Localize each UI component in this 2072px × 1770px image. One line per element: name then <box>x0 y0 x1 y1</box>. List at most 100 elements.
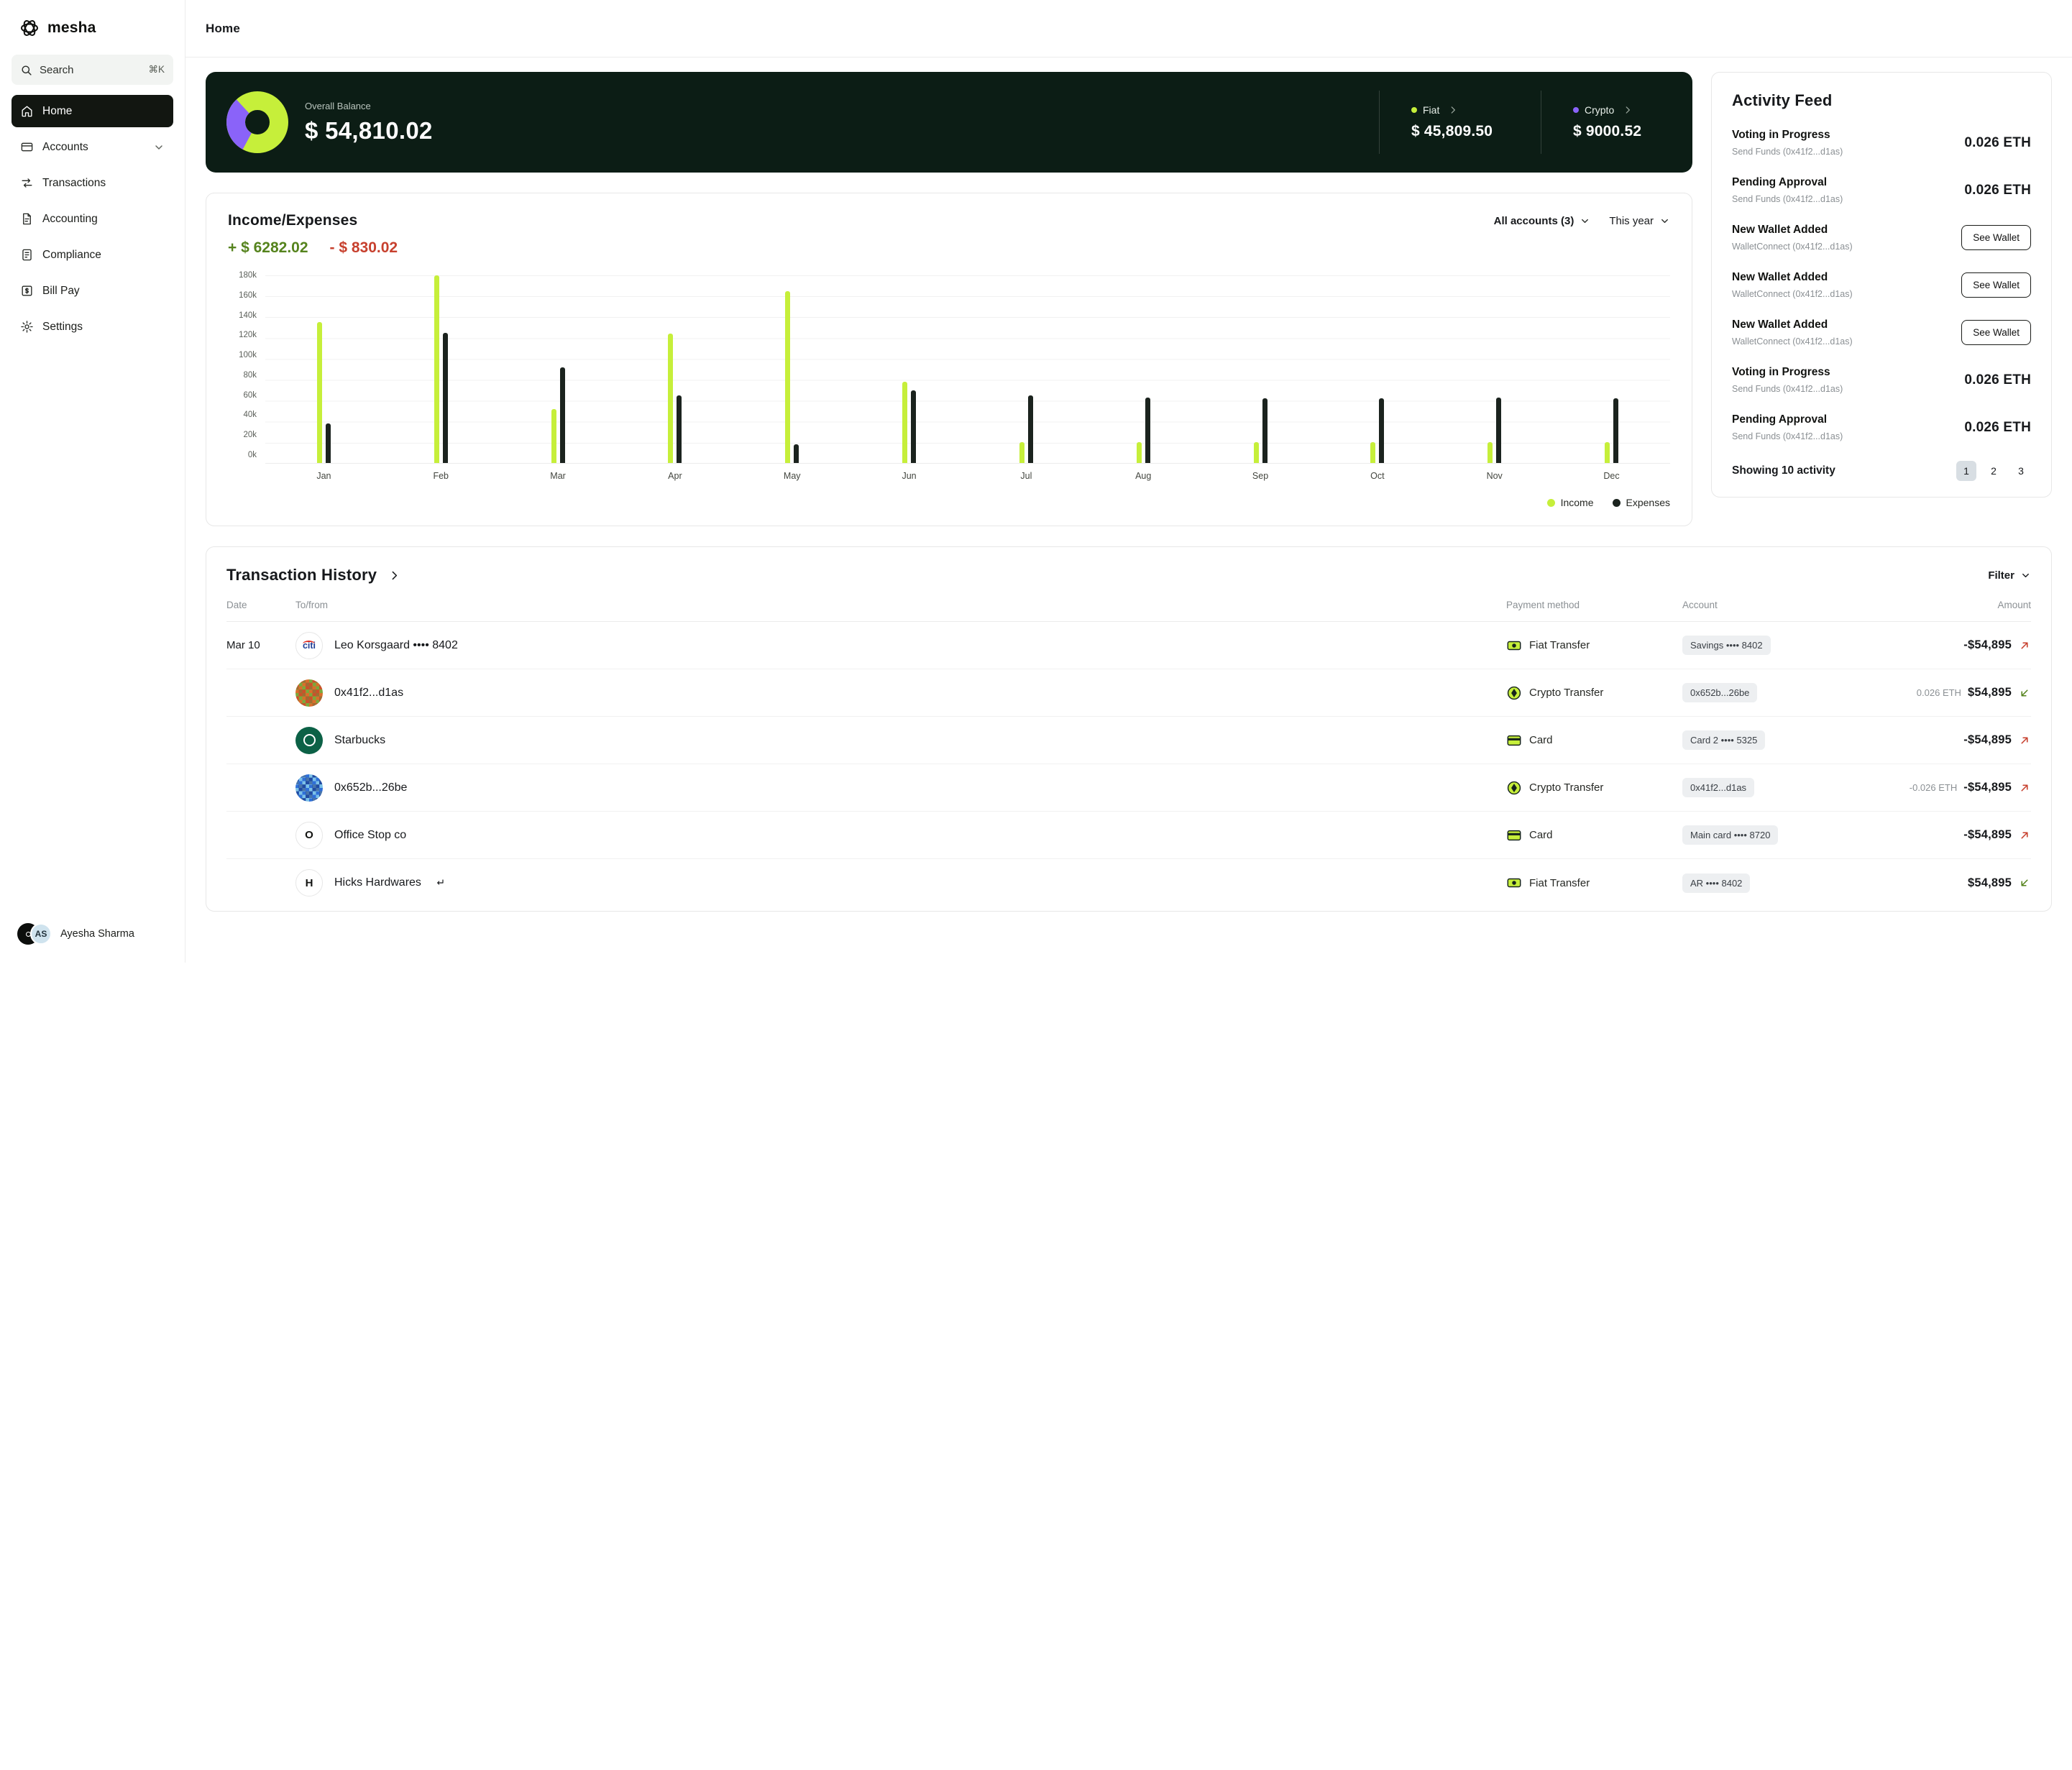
chart-month-group <box>968 275 1085 463</box>
sidebar-item-home[interactable]: Home <box>12 95 173 127</box>
income-bar <box>902 381 908 463</box>
fiat-transfer-icon <box>1506 638 1522 654</box>
sidebar-item-settings[interactable]: Settings <box>12 311 173 343</box>
accounts-filter-dropdown[interactable]: All accounts (3) <box>1494 215 1591 227</box>
activity-item-subtitle: WalletConnect (0x41f2...d1as) <box>1732 289 1853 299</box>
sidebar-item-label: Settings <box>42 320 83 333</box>
payment-method: Crypto Transfer <box>1506 685 1682 701</box>
y-tick-label: 160k <box>239 290 257 300</box>
pagination-page-3[interactable]: 3 <box>2011 461 2031 481</box>
chart-month-group <box>500 275 617 463</box>
sidebar-item-accounts[interactable]: Accounts <box>12 131 173 163</box>
expense-bar <box>1262 398 1268 463</box>
crypto-balance: Crypto $ 9000.52 <box>1557 101 1672 143</box>
logo[interactable]: mesha <box>12 13 173 40</box>
chevron-down-icon <box>1659 216 1670 226</box>
transaction-amount: -0.026 ETH -$54,895 <box>1866 781 2031 794</box>
filter-dropdown[interactable]: Filter <box>1988 569 2031 582</box>
account-badge: 0x652b...26be <box>1682 683 1758 702</box>
activity-item-text: New Wallet Added WalletConnect (0x41f2...… <box>1732 224 1853 252</box>
account-badge: 0x41f2...d1as <box>1682 778 1755 797</box>
pagination-page-2[interactable]: 2 <box>1984 461 2004 481</box>
activity-item-title: New Wallet Added <box>1732 271 1828 283</box>
expense-bar <box>1613 398 1619 463</box>
chevron-down-icon <box>153 142 165 153</box>
activity-feed-title: Activity Feed <box>1732 91 1833 109</box>
legend-label: Income <box>1560 497 1594 508</box>
income-bar <box>551 408 556 463</box>
activity-item-title: Voting in Progress <box>1732 129 1830 141</box>
transaction-counterparty: O Office Stop co <box>295 821 1506 849</box>
table-row: Starbucks Card Card 2 •••• 5325 -$54,895 <box>226 717 2031 764</box>
citi-avatar: citi <box>295 631 323 659</box>
chart-y-axis: 180k 160k 140k 120k 100k 80k 60k 40k 20k 0k <box>228 271 257 459</box>
income-bar <box>785 290 791 463</box>
income-bar <box>1253 442 1259 463</box>
pagination-page-1[interactable]: 1 <box>1956 461 1976 481</box>
crypto-link[interactable]: Crypto <box>1573 104 1668 116</box>
activity-feed-list: Voting in Progress Send Funds (0x41f2...d… <box>1732 129 2031 441</box>
fiat-link[interactable]: Fiat <box>1411 104 1521 116</box>
sidebar-item-accounting[interactable]: Accounting <box>12 203 173 235</box>
accounts-filter-value: All accounts (3) <box>1493 214 1574 227</box>
x-tick-label: Jun <box>902 471 917 481</box>
app-root: mesha Search ⌘K Home Accounts Transactions… <box>0 0 2072 963</box>
income-bar <box>1136 442 1142 463</box>
transaction-amount: $54,895 <box>1866 876 2031 890</box>
income-expenses-title: Income/Expenses <box>228 212 358 229</box>
account-badge: AR •••• 8402 <box>1682 873 1751 893</box>
chart-month-group <box>1436 275 1553 463</box>
search-shortcut: ⌘K <box>148 64 165 75</box>
search-input[interactable]: Search ⌘K <box>12 55 173 85</box>
income-total: + $ 6282.02 <box>228 239 308 256</box>
balance-amount: $ 54,810.02 <box>305 116 433 144</box>
transaction-date: Mar 10 <box>226 639 260 651</box>
chart-month-group <box>1085 275 1202 463</box>
sidebar-item-compliance[interactable]: Compliance <box>12 239 173 271</box>
chevron-down-icon <box>1580 216 1590 226</box>
expense-bar <box>677 395 682 463</box>
chevron-right-icon[interactable] <box>388 569 400 582</box>
table-row: 0x652b...26be Crypto Transfer 0x41f2...d1a… <box>226 764 2031 812</box>
income-bar <box>1370 442 1376 463</box>
y-tick-label: 180k <box>239 271 257 280</box>
user-initials-avatar: AS <box>30 923 52 945</box>
transaction-main-amount: -$54,895 <box>1963 828 2012 841</box>
x-tick-label: Mar <box>550 471 566 481</box>
chart-month-group <box>382 275 500 463</box>
activity-item: New Wallet Added WalletConnect (0x41f2...… <box>1732 318 2031 347</box>
see-wallet-button[interactable]: See Wallet <box>1961 225 2031 250</box>
income-bar <box>1487 442 1493 463</box>
chart-legend: Income Expenses <box>228 497 1670 508</box>
sidebar-item-transactions[interactable]: Transactions <box>12 167 173 199</box>
sidebar-nav: Home Accounts Transactions Accounting Compli… <box>12 95 173 343</box>
expense-bar <box>1027 395 1033 463</box>
period-filter-dropdown[interactable]: This year <box>1609 215 1670 227</box>
payment-method: Card <box>1506 827 1682 843</box>
transaction-amount: -$54,895 <box>1866 828 2031 842</box>
transaction-sub-amount: 0.026 ETH <box>1916 687 1961 698</box>
sidebar-item-bill-pay[interactable]: Bill Pay <box>12 275 173 307</box>
x-tick-label: Sep <box>1252 471 1269 481</box>
transaction-account: Card 2 •••• 5325 <box>1682 730 1866 750</box>
citi-logo-text: citi <box>302 640 316 651</box>
transaction-account: Savings •••• 8402 <box>1682 636 1866 655</box>
content: Overall Balance $ 54,810.02 Fiat $ 45,80… <box>185 58 2072 932</box>
search-label: Search <box>40 63 74 76</box>
transaction-counterparty: 0x41f2...d1as <box>295 679 1506 707</box>
income-bar <box>1019 442 1024 463</box>
expense-bar <box>559 367 565 463</box>
filter-label: Filter <box>1988 569 2014 582</box>
sidebar-item-label: Transactions <box>42 176 106 189</box>
payment-method-label: Card <box>1529 829 1553 841</box>
activity-item-subtitle: WalletConnect (0x41f2...d1as) <box>1732 336 1853 347</box>
activity-item: Pending Approval Send Funds (0x41f2...d1a… <box>1732 176 2031 204</box>
user-profile[interactable]: AS Ayesha Sharma <box>12 922 173 945</box>
see-wallet-button[interactable]: See Wallet <box>1961 272 2031 298</box>
payment-method: Fiat Transfer <box>1506 875 1682 891</box>
accounting-icon <box>20 212 34 226</box>
see-wallet-button[interactable]: See Wallet <box>1961 320 2031 345</box>
arrow-outgoing-icon <box>2018 734 2031 747</box>
activity-item: New Wallet Added WalletConnect (0x41f2...… <box>1732 224 2031 252</box>
starbucks-avatar <box>295 726 323 754</box>
